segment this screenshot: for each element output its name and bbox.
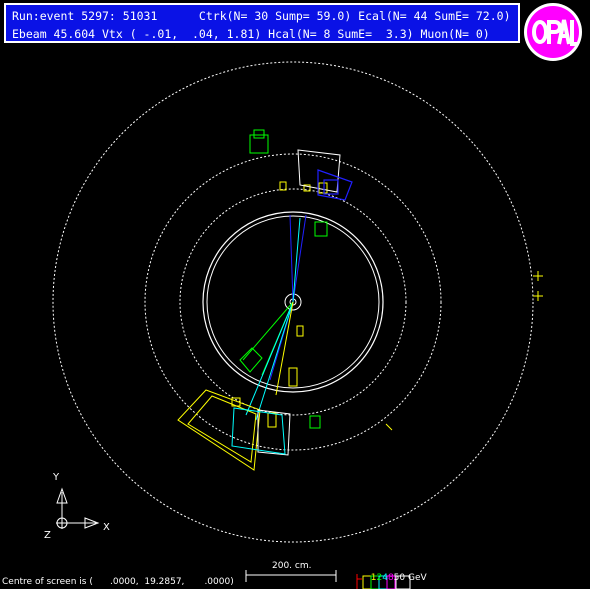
energy-legend-50: 50 GeV <box>393 573 427 583</box>
y-axis-label: Y <box>53 472 60 483</box>
axis-triad <box>56 487 100 529</box>
x-axis-label: X <box>103 522 110 533</box>
blue-clusters <box>317 169 353 201</box>
scale-bar <box>245 570 337 582</box>
muon-hits <box>533 271 543 301</box>
z-axis-label: Z <box>44 530 51 541</box>
scale-label: 200. cm. <box>272 561 312 571</box>
event-display <box>52 61 543 589</box>
centre-of-screen-readout: Centre of screen is ( .0000, 19.2857, .0… <box>2 577 234 587</box>
tracks <box>242 214 307 421</box>
energy-legend: 124850 GeV <box>365 563 427 583</box>
